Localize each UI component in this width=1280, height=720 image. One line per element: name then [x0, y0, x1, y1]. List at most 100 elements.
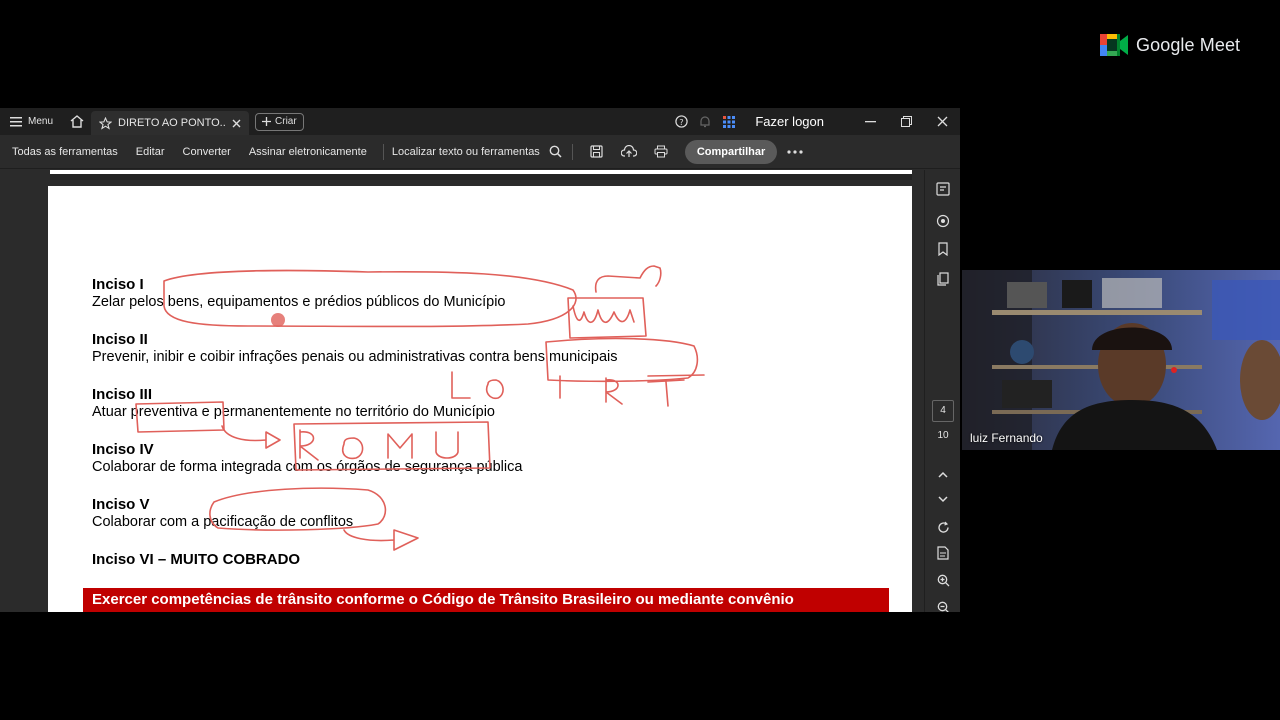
right-sidebar: 4 10: [924, 170, 960, 612]
titlebar-right: ? Fazer logon: [669, 108, 960, 135]
inciso-item: Inciso VI – MUITO COBRADO: [92, 551, 300, 568]
meet-stage: Google Meet Menu DIRETO AO PONTO... Cria…: [0, 0, 1280, 720]
find-tools-input[interactable]: Localizar texto ou ferramentas: [392, 146, 540, 158]
previous-page-edge: [50, 170, 912, 180]
meet-camera-icon: [1100, 34, 1128, 56]
inciso-text: Colaborar com a pacificação de conflitos: [92, 514, 354, 530]
participant-tile[interactable]: luiz Fernando: [962, 270, 1280, 450]
edit-menu[interactable]: Editar: [136, 146, 165, 158]
page-icon: [937, 546, 949, 560]
pages-icon: [936, 272, 949, 286]
share-button[interactable]: Compartilhar: [684, 139, 778, 164]
comment-button[interactable]: [934, 180, 952, 198]
login-button[interactable]: Fazer logon: [755, 114, 824, 129]
pdf-page: Inciso I Zelar pelos bens, equipamentos …: [48, 186, 912, 612]
previous-page-button[interactable]: [934, 465, 952, 483]
save-icon: [590, 145, 603, 158]
bookmark-button[interactable]: [934, 240, 952, 258]
ink-underline-end: [647, 374, 705, 377]
notifications-button[interactable]: [693, 115, 717, 128]
more-icon: [787, 149, 803, 154]
rotate-icon: [937, 521, 949, 533]
highlight-banner: Exercer competências de trânsito conform…: [83, 588, 889, 612]
zoom-in-button[interactable]: [934, 571, 952, 589]
zoom-out-button[interactable]: [934, 598, 952, 612]
create-button[interactable]: Criar: [255, 112, 304, 131]
inciso-item: Inciso I Zelar pelos bens, equipamentos …: [92, 276, 506, 311]
restore-button[interactable]: [888, 116, 924, 127]
tab-label: DIRETO AO PONTO...: [118, 117, 227, 129]
inciso-title: Inciso V: [92, 496, 150, 513]
inciso-text: Zelar pelos bens, equipamentos e prédios…: [92, 294, 506, 310]
ink-arrow-right2: [343, 529, 419, 551]
rotate-button[interactable]: [934, 518, 952, 536]
ink-arrow-up: [594, 265, 662, 293]
search-button[interactable]: [540, 145, 572, 158]
help-icon: ?: [675, 115, 688, 128]
inciso-item: Inciso II Prevenir, inibir e coibir infr…: [92, 331, 617, 366]
minimize-button[interactable]: [852, 120, 888, 123]
participant-name: luiz Fernando: [970, 431, 1043, 445]
star-icon[interactable]: [99, 116, 113, 130]
inciso-title: Inciso I: [92, 276, 144, 293]
inciso-item: Inciso V Colaborar com a pacificação de …: [92, 496, 353, 531]
ink-dot: [271, 313, 285, 327]
print-icon: [654, 145, 668, 158]
apps-button[interactable]: [717, 115, 741, 128]
home-icon: [70, 115, 84, 128]
zoom-in-icon: [937, 574, 949, 586]
toolbar-divider: [571, 143, 573, 160]
page-view-button[interactable]: [934, 544, 952, 562]
document-tab[interactable]: DIRETO AO PONTO...: [91, 111, 250, 135]
toolbar-divider: [382, 143, 384, 160]
enhance-icon: [936, 214, 950, 228]
inciso-text: Prevenir, inibir e coibir infrações pena…: [92, 349, 618, 365]
ink-letter-r: [605, 377, 623, 405]
menu-button[interactable]: Menu: [0, 108, 63, 135]
app-titlebar: Menu DIRETO AO PONTO... Criar ? Fazer lo…: [0, 108, 960, 135]
save-button[interactable]: [581, 145, 613, 158]
inciso-item: Inciso III Atuar preventiva e permanente…: [92, 386, 495, 421]
chevron-up-icon: [938, 471, 948, 478]
acrobat-toolbar: Todas as ferramentas Editar Converter As…: [0, 135, 960, 169]
enhance-button[interactable]: [934, 212, 952, 230]
upload-icon: [620, 145, 637, 157]
plus-icon: [262, 117, 272, 126]
zoom-out-icon: [937, 601, 949, 612]
restore-icon: [900, 116, 912, 127]
ink-scribble-word: [572, 305, 635, 324]
inciso-item: Inciso IV Colaborar de forma integrada c…: [92, 441, 522, 476]
shared-screen: Menu DIRETO AO PONTO... Criar ? Fazer lo…: [0, 108, 960, 612]
ink-letter-t: [647, 379, 685, 407]
google-meet-logo: Google Meet: [1100, 34, 1240, 56]
inciso-title: Inciso VI – MUITO COBRADO: [92, 551, 301, 568]
close-icon[interactable]: [232, 119, 241, 128]
create-label: Criar: [275, 116, 297, 127]
next-page-button[interactable]: [934, 490, 952, 508]
help-button[interactable]: ?: [669, 115, 693, 128]
apps-icon: [723, 115, 736, 128]
participant-video: [962, 270, 1280, 450]
home-button[interactable]: [63, 115, 91, 128]
menu-icon: [10, 116, 22, 126]
pages-button[interactable]: [934, 270, 952, 288]
search-icon: [549, 145, 562, 158]
document-viewport[interactable]: Inciso I Zelar pelos bens, equipamentos …: [0, 170, 924, 612]
meet-logo-text: Google Meet: [1136, 34, 1241, 55]
inciso-text: Colaborar de forma integrada com os órgã…: [92, 459, 523, 475]
upload-button[interactable]: [613, 145, 645, 158]
all-tools-menu[interactable]: Todas as ferramentas: [12, 146, 118, 158]
page-number-input[interactable]: 4: [932, 400, 954, 422]
bookmark-icon: [938, 242, 948, 256]
sign-menu[interactable]: Assinar eletronicamente: [249, 146, 367, 158]
inciso-title: Inciso II: [92, 331, 148, 348]
close-window-button[interactable]: [924, 116, 960, 127]
convert-menu[interactable]: Converter: [183, 146, 231, 158]
more-options-button[interactable]: [779, 149, 811, 154]
print-button[interactable]: [645, 145, 677, 158]
close-window-icon: [937, 116, 947, 127]
inciso-text: Atuar preventiva e permanentemente no te…: [92, 404, 495, 420]
inciso-title: Inciso IV: [92, 441, 154, 458]
minimize-icon: [864, 120, 876, 122]
svg-text:?: ?: [679, 117, 683, 127]
